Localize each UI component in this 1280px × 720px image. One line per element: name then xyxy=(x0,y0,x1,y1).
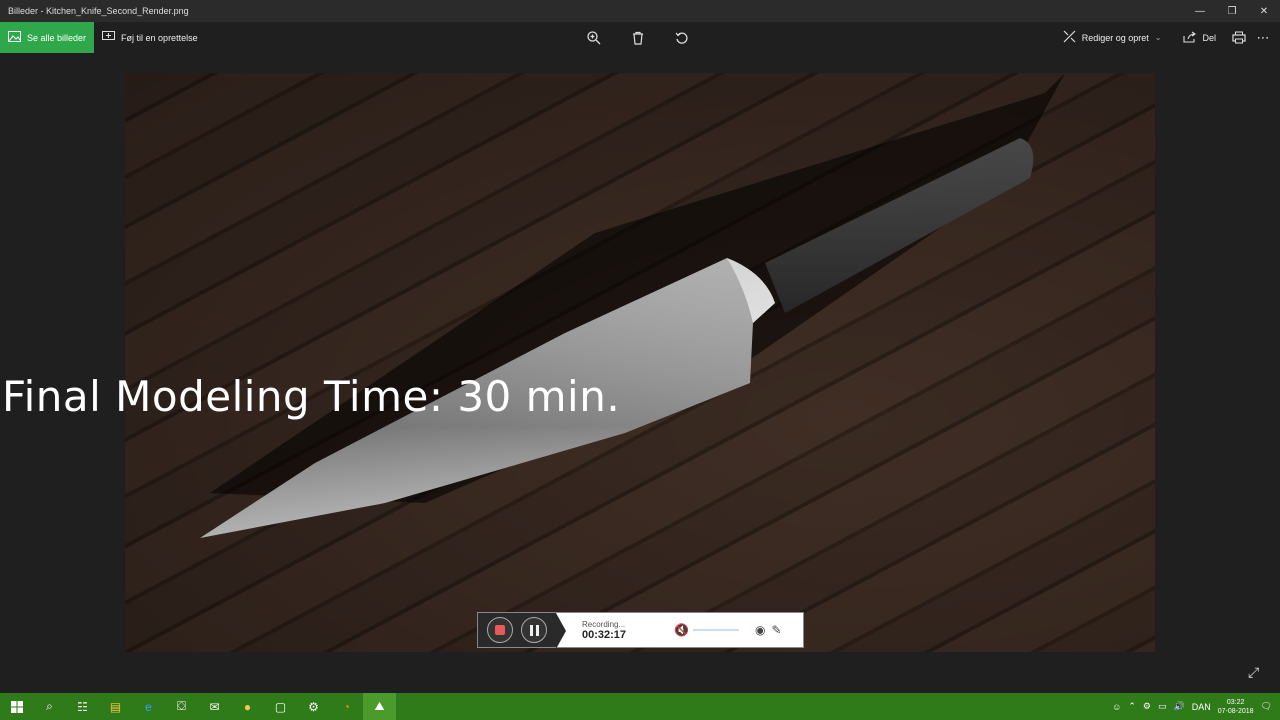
window-title: Billeder - Kitchen_Knife_Second_Render.p… xyxy=(8,6,189,16)
center-tools xyxy=(585,22,691,53)
recording-time: 00:32:17 xyxy=(582,628,627,641)
add-to-creation-button[interactable]: Føj til en oprettelse xyxy=(94,31,206,44)
edit-create-menu[interactable]: Rediger og opret ⌄ xyxy=(1055,30,1170,45)
share-button[interactable]: Del xyxy=(1175,31,1224,45)
task-view-icon[interactable]: ☷ xyxy=(66,693,99,720)
mail-icon[interactable]: ✉ xyxy=(198,693,231,720)
more-icon[interactable]: ⋯ xyxy=(1254,29,1272,47)
add-creation-icon xyxy=(102,31,116,44)
volume-icon[interactable]: 🔊 xyxy=(1174,701,1185,712)
stop-icon xyxy=(495,625,505,635)
taskbar: ⌕ ☷ ▤ e ⛋ ✉ ● ▢ ⚙ ◔ ⛰ ☺ ⌃ ⚙ ▭ 🔊 DAN 03:2… xyxy=(0,693,1280,720)
recorder-controls xyxy=(478,613,556,647)
restore-button[interactable]: ❐ xyxy=(1216,0,1248,22)
webcam-icon[interactable]: ◉ xyxy=(755,623,765,637)
store-icon[interactable]: ⛋ xyxy=(165,693,198,720)
modeling-time-caption: Final Modeling Time: 30 min. xyxy=(2,372,621,421)
mute-icon[interactable]: 🔇 xyxy=(674,623,689,637)
add-to-label: Føj til en oprettelse xyxy=(121,32,198,43)
edge-icon[interactable]: e xyxy=(132,693,165,720)
photos-icon xyxy=(8,31,21,44)
close-button[interactable]: ✕ xyxy=(1248,0,1280,22)
chevron-down-icon: ⌄ xyxy=(1154,33,1162,42)
share-label: Del xyxy=(1202,32,1216,43)
system-tray: ☺ ⌃ ⚙ ▭ 🔊 DAN 03:22 07-08-2018 🗨 xyxy=(1112,693,1280,720)
pause-record-button[interactable] xyxy=(521,617,547,643)
screen-recorder-widget: Recording... 00:32:17 🔇 ◉ ✎ xyxy=(477,612,804,649)
notifications-icon[interactable]: 🗨 xyxy=(1261,701,1272,712)
chrome-icon[interactable]: ● xyxy=(231,693,264,720)
edit-create-icon xyxy=(1063,30,1076,45)
recording-status: Recording... xyxy=(582,619,626,629)
edit-create-label: Rediger og opret xyxy=(1081,32,1149,43)
pen-icon[interactable]: ✎ xyxy=(771,623,781,637)
recorder-info: Recording... 00:32:17 🔇 ◉ ✎ xyxy=(556,613,803,649)
file-explorer-icon[interactable]: ▤ xyxy=(99,693,132,720)
print-icon[interactable] xyxy=(1230,29,1248,47)
zoom-in-icon[interactable] xyxy=(585,29,603,47)
photo-viewer-image xyxy=(125,73,1155,652)
clock-date: 07-08-2018 xyxy=(1217,707,1254,715)
share-icon xyxy=(1183,31,1197,45)
fullscreen-expand-icon[interactable]: ⤢ xyxy=(1248,664,1259,681)
network-icon[interactable]: ▭ xyxy=(1158,701,1167,712)
clock[interactable]: 03:22 07-08-2018 xyxy=(1218,698,1254,716)
start-windows-icon[interactable] xyxy=(0,693,33,720)
volume-slider[interactable] xyxy=(692,629,739,631)
see-all-label: Se alle billeder xyxy=(27,32,87,43)
notepad-icon[interactable]: ▢ xyxy=(264,693,297,720)
minimize-button[interactable]: — xyxy=(1184,0,1216,22)
settings-icon[interactable]: ⚙ xyxy=(1143,701,1151,712)
pause-icon xyxy=(529,624,539,636)
language-indicator[interactable]: DAN xyxy=(1192,702,1211,712)
app-toolbar: Se alle billeder Føj til en oprettelse R… xyxy=(0,22,1280,53)
rotate-icon[interactable] xyxy=(673,29,691,47)
blender-icon[interactable]: ◔ xyxy=(330,693,363,720)
see-all-photos-button[interactable]: Se alle billeder xyxy=(0,22,95,53)
chevron-up-icon[interactable]: ⌃ xyxy=(1128,701,1136,712)
right-tools: Rediger og opret ⌄ Del ⋯ xyxy=(1055,22,1272,53)
photos-app-icon[interactable]: ⛰ xyxy=(363,693,396,720)
steam-icon[interactable]: ⚙ xyxy=(297,693,330,720)
title-bar: Billeder - Kitchen_Knife_Second_Render.p… xyxy=(0,0,1280,22)
clock-time: 03:22 xyxy=(1226,698,1245,706)
stop-record-button[interactable] xyxy=(487,617,513,643)
trash-icon[interactable] xyxy=(629,29,647,47)
search-icon[interactable]: ⌕ xyxy=(33,693,66,720)
people-icon[interactable]: ☺ xyxy=(1112,702,1121,712)
